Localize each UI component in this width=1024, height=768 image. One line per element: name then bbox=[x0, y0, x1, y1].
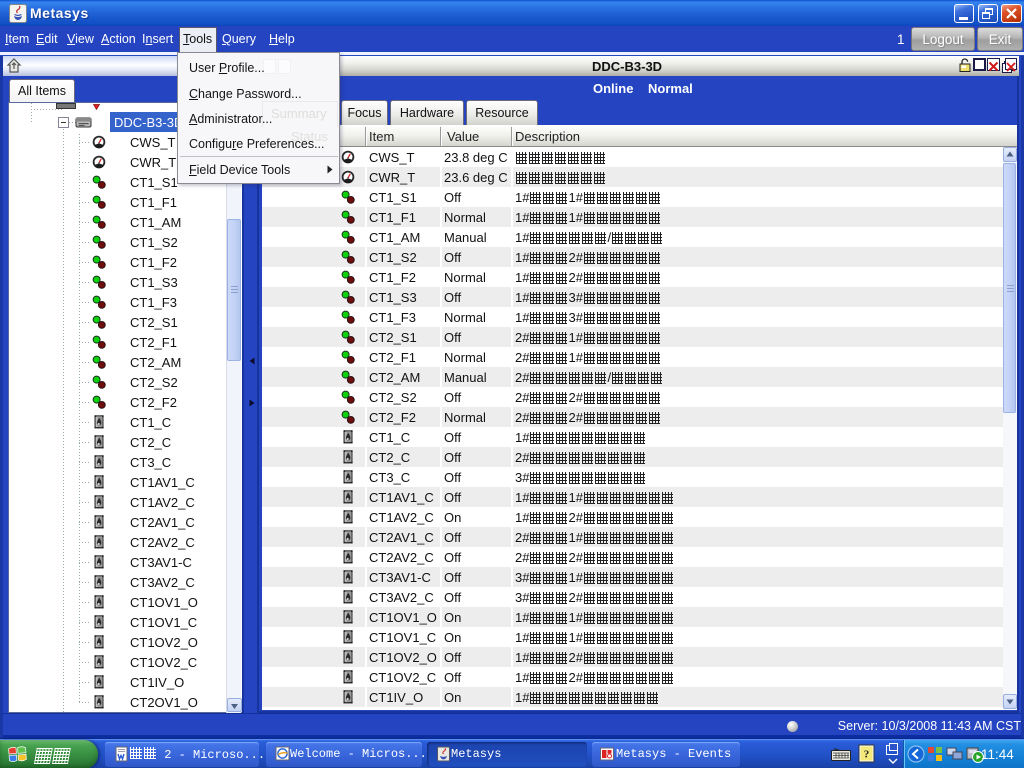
svg-text:?: ? bbox=[864, 749, 870, 761]
